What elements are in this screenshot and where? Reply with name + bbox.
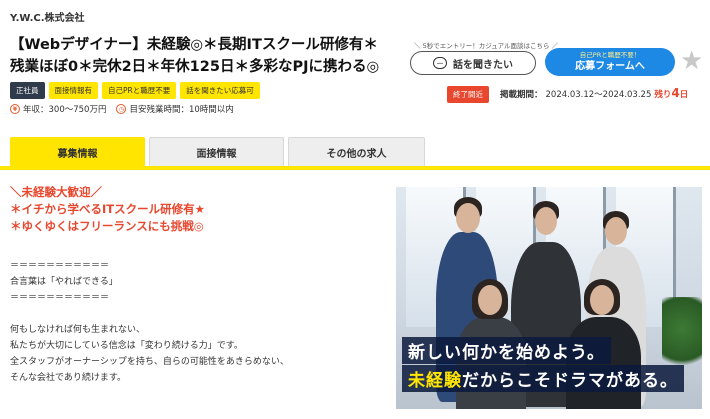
photo-person-head bbox=[605, 217, 627, 245]
clock-icon: ◷ bbox=[116, 104, 127, 114]
salary-text: 年収：300〜750万円 bbox=[23, 105, 107, 115]
remain-unit: 日 bbox=[679, 90, 689, 100]
description-line: そんな会社であり続けます。 bbox=[10, 373, 127, 383]
catch-line: ＼未経験大歓迎／ bbox=[10, 185, 102, 199]
tag: 自己PRと職歴不要 bbox=[102, 82, 177, 99]
yen-icon: ¥ bbox=[10, 104, 20, 114]
overtime: ◷ 目安残業時間：10時間以内 bbox=[116, 103, 234, 115]
talk-button[interactable]: … 話を聞きたい bbox=[410, 51, 536, 75]
motto-border: ＝＝＝＝＝＝＝＝＝＝＝ bbox=[10, 293, 110, 303]
description: ＝＝＝＝＝＝＝＝＝＝＝ 合言葉は「やればできる」 ＝＝＝＝＝＝＝＝＝＝＝ 何もし… bbox=[10, 258, 289, 386]
photo-caption-highlight: 未経験 bbox=[408, 371, 462, 391]
tab-other-jobs[interactable]: その他の求人 bbox=[288, 137, 425, 166]
period-label: 掲載期間： bbox=[500, 90, 543, 100]
photo-person-head bbox=[590, 285, 614, 315]
salary: ¥ 年収：300〜750万円 bbox=[10, 103, 106, 115]
motto: 合言葉は「やればできる」 bbox=[10, 277, 118, 287]
tab-job-info[interactable]: 募集情報 bbox=[10, 137, 145, 166]
tag: 話を聞きたい応募可 bbox=[180, 82, 260, 99]
catch-line: ＊ゆくゆくはフリーランスにも挑戦◎ bbox=[10, 219, 204, 233]
description-line: 何もしなければ何も生まれない、 bbox=[10, 325, 146, 335]
posting-period: 掲載期間： 2024.03.12〜2024.03.25 残り4日 bbox=[500, 86, 688, 100]
cta-note: ＼ 5秒でエントリー！カジュアル面談はこちら ／ bbox=[414, 42, 559, 50]
tag: 面接情報有 bbox=[48, 82, 98, 99]
remaining-days: 残り4日 bbox=[654, 86, 688, 100]
photo-person-head bbox=[535, 207, 557, 235]
overtime-text: 目安残業時間：10時間以内 bbox=[129, 105, 234, 115]
motto-border: ＝＝＝＝＝＝＝＝＝＝＝ bbox=[10, 261, 110, 271]
team-photo: 新しい何かを始めよう。 未経験だからこそドラマがある。 bbox=[396, 187, 702, 409]
ending-soon-badge: 終了間近 bbox=[447, 86, 489, 103]
description-line: 私たちが大切にしている信念は「変わり続ける力」です。 bbox=[10, 341, 243, 351]
catch-copy: ＼未経験大歓迎／ ＊イチから学べるITスクール研修有★ ＊ゆくゆくはフリーランス… bbox=[10, 184, 205, 235]
remain-number: 4 bbox=[671, 86, 680, 100]
job-title-line: 残業ほぼ0＊完休2日＊年休125日＊多彩なPJに携わる◎ bbox=[10, 59, 380, 75]
job-title: 【Webデザイナー】未経験◎＊長期ITスクール研修有＊ 残業ほぼ0＊完休2日＊年… bbox=[10, 34, 400, 78]
photo-caption: 新しい何かを始めよう。 bbox=[402, 337, 611, 364]
photo-person-head bbox=[478, 285, 502, 315]
tab-interview-info[interactable]: 面接情報 bbox=[149, 137, 284, 166]
tag-employment-type: 正社員 bbox=[10, 82, 45, 99]
description-line: 全スタッフがオーナーシップを持ち、自らの可能性をあきらめない、 bbox=[10, 357, 289, 367]
catch-line: ＊イチから学べるITスクール研修有★ bbox=[10, 202, 205, 216]
apply-button-sub: 自己PRと職歴不要！ bbox=[579, 51, 641, 59]
talk-button-label: 話を聞きたい bbox=[453, 59, 513, 71]
tab-bar: 募集情報 面接情報 その他の求人 bbox=[0, 137, 710, 170]
apply-button[interactable]: 自己PRと職歴不要！ 応募フォームへ bbox=[545, 48, 675, 76]
period-value: 2024.03.12〜2024.03.25 bbox=[545, 90, 652, 100]
apply-button-label: 応募フォームへ bbox=[575, 61, 645, 72]
company-name[interactable]: Y.W.C.株式会社 bbox=[10, 9, 85, 24]
chat-icon: … bbox=[433, 57, 447, 69]
star-icon[interactable]: ★ bbox=[680, 47, 703, 75]
photo-caption: 未経験だからこそドラマがある。 bbox=[402, 365, 684, 392]
job-title-line: 【Webデザイナー】未経験◎＊長期ITスクール研修有＊ bbox=[10, 37, 378, 53]
tag-list: 正社員 面接情報有 自己PRと職歴不要 話を聞きたい応募可 bbox=[10, 82, 260, 99]
photo-caption-rest: だからこそドラマがある。 bbox=[462, 371, 678, 391]
remain-prefix: 残り bbox=[654, 90, 672, 100]
photo-person-head bbox=[456, 203, 480, 233]
job-meta: ¥ 年収：300〜750万円 ◷ 目安残業時間：10時間以内 bbox=[10, 103, 234, 115]
